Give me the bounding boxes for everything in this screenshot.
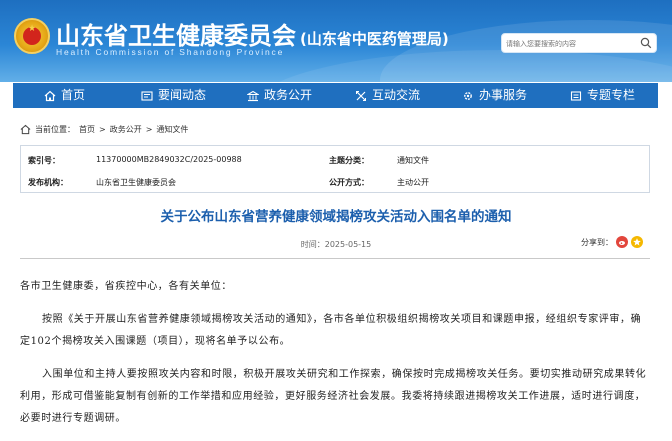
nav-item-services[interactable]: 办事服务	[462, 83, 527, 108]
method-value: 主动公开	[397, 178, 429, 187]
home-icon	[44, 90, 56, 101]
qzone-share-icon[interactable]	[631, 236, 643, 248]
site-header: ★ 山东省卫生健康委员会 (山东省中医药管理局) Health Commissio…	[0, 0, 672, 82]
weibo-share-icon[interactable]	[616, 236, 628, 248]
nav-item-label: 专题专栏	[587, 88, 636, 102]
nav-item-interaction[interactable]: 互动交流	[355, 83, 420, 108]
breadcrumb-link-government-affairs[interactable]: 政务公开	[110, 124, 142, 135]
news-icon	[141, 90, 153, 101]
breadcrumb: 当前位置： 首页 > 政务公开 > 通知文件	[20, 123, 188, 135]
breadcrumb-prefix: 当前位置：	[35, 124, 75, 134]
publisher-label: 发布机构：	[28, 178, 68, 187]
nav-item-special-columns[interactable]: 专题专栏	[570, 83, 635, 108]
nav-item-label: 要闻动态	[158, 88, 207, 102]
nav-item-label: 首页	[61, 88, 86, 102]
publish-date: 时间：2025-05-15	[300, 240, 372, 249]
category-label: 主题分类：	[329, 156, 369, 165]
method-label: 公开方式：	[329, 178, 369, 187]
site-title-english: Health Commission of Shandong Province	[56, 47, 285, 57]
nav-item-label: 政务公开	[264, 88, 313, 102]
breadcrumb-separator: >	[99, 124, 106, 134]
nav-item-label: 互动交流	[372, 88, 421, 102]
national-emblem-icon[interactable]: ★	[14, 18, 50, 54]
nav-item-label: 办事服务	[479, 88, 528, 102]
index-label: 索引号：	[28, 156, 60, 165]
nav-item-news[interactable]: 要闻动态	[141, 83, 206, 108]
column-icon	[570, 90, 582, 101]
search-input[interactable]	[506, 36, 636, 51]
article-title: 关于公布山东省营养健康领域揭榜攻关活动入围名单的通知	[160, 209, 512, 225]
share-label: 分享到：	[581, 237, 613, 247]
breadcrumb-link-home[interactable]: 首页	[79, 124, 95, 135]
site-title-text: 山东省卫生健康委员会	[56, 22, 296, 50]
service-icon	[464, 91, 472, 100]
site-title[interactable]: 山东省卫生健康委员会 (山东省中医药管理局)	[56, 16, 449, 51]
interaction-icon	[356, 90, 366, 101]
paragraph-1: 按照《关于开展山东省营养健康领域揭榜攻关活动的通知》，各市各单位积极组织揭榜攻关…	[20, 314, 642, 347]
breadcrumb-link-notices[interactable]: 通知文件	[156, 124, 188, 135]
building-icon	[247, 90, 259, 101]
share-bar: 分享到：	[581, 236, 643, 248]
search-box[interactable]	[501, 33, 657, 53]
nav-item-home[interactable]: 首页	[44, 83, 85, 108]
home-icon	[20, 124, 31, 134]
main-navigation: 首页 要闻动态 政务公开 互动交流 办事服务 专题专栏	[13, 83, 658, 108]
paragraph-2: 入围单位和主持人要按照攻关内容和时限，积极开展攻关研究和工作探索，确保按时完成揭…	[20, 369, 647, 424]
category-value: 通知文件	[397, 156, 429, 165]
nav-item-government-affairs[interactable]: 政务公开	[247, 83, 312, 108]
index-value: 11370000MB2849032C/2025-00988	[96, 155, 242, 164]
site-subtitle: (山东省中医药管理局)	[300, 30, 449, 48]
search-icon[interactable]	[640, 37, 652, 49]
document-meta-table: 索引号： 11370000MB2849032C/2025-00988 主题分类：…	[20, 145, 650, 193]
publisher-value: 山东省卫生健康委员会	[96, 178, 176, 187]
salutation: 各市卫生健康委，省疾控中心，各有关单位：	[20, 281, 232, 292]
content-divider	[20, 258, 650, 259]
breadcrumb-separator: >	[145, 124, 153, 134]
